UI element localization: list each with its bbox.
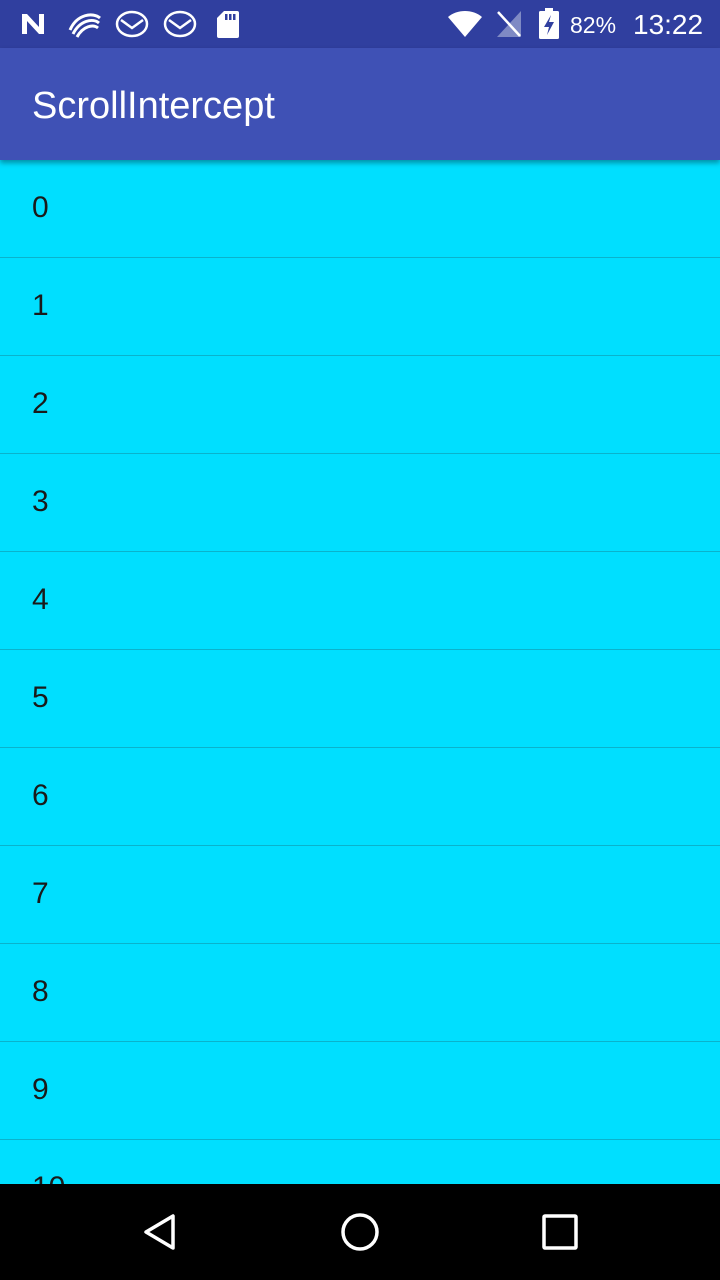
app-bar: ScrollIntercept bbox=[0, 48, 720, 160]
list-item-label: 2 bbox=[32, 387, 49, 420]
back-icon[interactable] bbox=[130, 1202, 190, 1262]
swiftkey-icon bbox=[66, 8, 104, 40]
list-item[interactable]: 8 bbox=[0, 944, 720, 1042]
scroll-list[interactable]: 0 1 2 3 4 5 6 7 8 9 10 bbox=[0, 160, 720, 1184]
list-item-label: 8 bbox=[32, 975, 49, 1008]
list-item[interactable]: 5 bbox=[0, 650, 720, 748]
list-item[interactable]: 2 bbox=[0, 356, 720, 454]
list-item[interactable]: 7 bbox=[0, 846, 720, 944]
list-item-label: 5 bbox=[32, 681, 49, 714]
list-item-label: 1 bbox=[32, 289, 49, 322]
battery-percentage: 82% bbox=[570, 12, 617, 38]
clock: 13:22 bbox=[633, 9, 704, 40]
list-item-label: 4 bbox=[32, 583, 49, 616]
list-item[interactable]: 4 bbox=[0, 552, 720, 650]
list-item[interactable]: 0 bbox=[0, 160, 720, 258]
list-item[interactable]: 6 bbox=[0, 748, 720, 846]
home-icon[interactable] bbox=[330, 1202, 390, 1262]
mail-icon bbox=[114, 8, 150, 40]
list-item-label: 7 bbox=[32, 877, 49, 910]
n-notification-icon bbox=[18, 8, 52, 40]
list-item-label: 3 bbox=[32, 485, 49, 518]
list-item[interactable]: 1 bbox=[0, 258, 720, 356]
wifi-icon bbox=[446, 8, 484, 40]
list-item[interactable]: 10 bbox=[0, 1140, 720, 1184]
no-signal-icon bbox=[494, 8, 524, 40]
app-title: ScrollIntercept bbox=[32, 85, 275, 127]
recents-icon[interactable] bbox=[530, 1202, 590, 1262]
list-item-label: 9 bbox=[32, 1073, 49, 1106]
list-item[interactable]: 9 bbox=[0, 1042, 720, 1140]
navigation-bar bbox=[0, 1184, 720, 1280]
list-item[interactable]: 3 bbox=[0, 454, 720, 552]
mail-icon bbox=[162, 8, 198, 40]
status-bar: 82% 13:22 bbox=[0, 0, 720, 48]
list-item-label: 0 bbox=[32, 191, 49, 224]
list-item-label: 6 bbox=[32, 779, 49, 812]
battery-charging-icon bbox=[537, 8, 561, 40]
sd-card-icon bbox=[215, 8, 241, 40]
list-item-label: 10 bbox=[32, 1170, 65, 1184]
screen: 82% 13:22 ScrollIntercept 0 1 2 3 4 5 6 … bbox=[0, 0, 720, 1280]
